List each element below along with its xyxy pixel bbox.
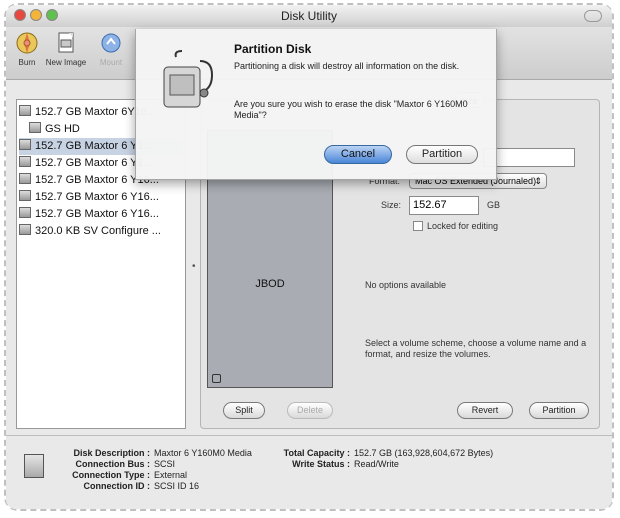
partition-button[interactable]: Partition: [529, 402, 589, 419]
locked-checkbox[interactable]: [413, 221, 423, 231]
hard-disk-icon: [19, 156, 31, 167]
split-view-handle[interactable]: •: [192, 261, 196, 272]
disk-description-key: Disk Description :: [73, 448, 150, 458]
hard-disk-icon: [19, 190, 31, 201]
split-button[interactable]: Split: [223, 402, 265, 419]
dialog-question: Are you sure you wish to erase the disk …: [234, 99, 468, 120]
total-capacity-value: 152.7 GB (163,928,604,672 Bytes): [354, 448, 494, 458]
disk-utility-window: Disk Utility Burn New Image Mount 152.7 …: [6, 5, 612, 509]
list-item[interactable]: 320.0 KB SV Configure ...: [19, 223, 183, 240]
help-text: Select a volume scheme, choose a volume …: [365, 338, 587, 359]
window-title: Disk Utility: [281, 9, 337, 23]
mount-label: Mount: [99, 58, 123, 67]
hard-disk-icon: [19, 139, 31, 150]
write-status-key: Write Status :: [292, 459, 350, 469]
total-capacity-key: Total Capacity :: [283, 448, 350, 458]
hard-disk-icon: [19, 207, 31, 218]
disk-info-footer: Disk Description : Maxtor 6 Y160M0 Media…: [6, 435, 612, 509]
connection-id-key: Connection ID :: [83, 481, 151, 491]
connection-id-value: SCSI ID 16: [154, 481, 200, 491]
burn-button[interactable]: Burn: [10, 31, 44, 67]
connection-bus-key: Connection Bus :: [75, 459, 151, 469]
delete-button[interactable]: Delete: [287, 402, 333, 419]
mount-icon: [101, 33, 121, 53]
size-label: Size:: [381, 200, 402, 210]
list-item[interactable]: 152.7 GB Maxtor 6 Y16...: [19, 206, 183, 223]
hard-disk-icon: [19, 105, 31, 116]
partition-confirm-sheet: Partition Disk Partitioning a disk will …: [135, 29, 497, 180]
disk-icon: [24, 454, 44, 478]
title-bar: Disk Utility: [6, 5, 612, 28]
size-unit: GB: [487, 200, 501, 210]
lock-icon: [212, 374, 221, 383]
disk-description-value: Maxtor 6 Y160M0 Media: [154, 448, 252, 458]
connection-type-value: External: [154, 470, 188, 480]
locked-label: Locked for editing: [427, 221, 499, 231]
dialog-warning: Partitioning a disk will destroy all inf…: [234, 61, 460, 71]
connection-bus-value: SCSI: [154, 459, 176, 469]
confirm-partition-button[interactable]: Partition: [406, 145, 478, 164]
volume-name-label: JBOD: [255, 278, 285, 290]
size-field[interactable]: 152.67: [409, 196, 479, 215]
hard-disk-icon: [19, 224, 31, 235]
write-status-value: Read/Write: [354, 459, 399, 469]
connection-type-key: Connection Type :: [72, 470, 150, 480]
new-image-label: New Image: [45, 58, 87, 67]
new-image-button[interactable]: New Image: [42, 31, 90, 67]
cancel-button[interactable]: Cancel: [324, 145, 392, 164]
burn-icon: [16, 32, 38, 54]
volume-icon: [29, 122, 41, 133]
disk-utility-icon: [163, 50, 214, 108]
options-status: No options available: [365, 280, 447, 290]
new-image-icon: [58, 32, 74, 53]
dialog-title: Partition Disk: [234, 42, 312, 56]
toolbar-toggle-icon[interactable]: [584, 10, 602, 22]
popup-arrows-icon: ⇕: [534, 176, 542, 186]
mount-button[interactable]: Mount: [94, 31, 128, 67]
list-item[interactable]: 152.7 GB Maxtor 6 Y16...: [19, 189, 183, 206]
revert-button[interactable]: Revert: [457, 402, 513, 419]
hard-disk-icon: [19, 173, 31, 184]
burn-label: Burn: [18, 58, 36, 67]
